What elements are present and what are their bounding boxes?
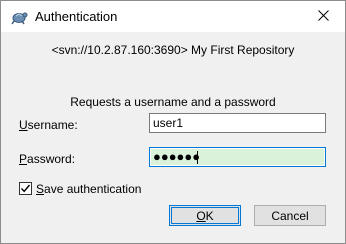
cancel-label: Cancel: [271, 208, 309, 223]
repository-url: <svn://10.2.87.160:3690> My First Reposi…: [51, 43, 295, 57]
ok-button[interactable]: OK: [169, 205, 241, 226]
password-masked-value: ●●●●●●: [153, 149, 201, 164]
save-label-accel: S: [36, 182, 45, 196]
cancel-button[interactable]: Cancel: [254, 205, 326, 226]
title-bar: Authentication: [1, 1, 345, 32]
close-button[interactable]: [301, 1, 345, 32]
tortoise-svn-icon: [10, 8, 28, 26]
save-label-rest: ave authentication: [44, 182, 142, 196]
checkmark-icon: [20, 184, 31, 193]
text-caret: [197, 151, 198, 164]
password-field[interactable]: ●●●●●●: [149, 147, 326, 167]
window-title: Authentication: [35, 9, 118, 24]
username-label-accel: U: [19, 118, 28, 132]
ok-label-rest: K: [205, 208, 214, 223]
username-value: user1: [153, 116, 184, 130]
ok-label-accel: O: [196, 208, 206, 223]
authentication-dialog: Authentication <svn://10.2.87.160:3690> …: [0, 0, 346, 244]
username-label: Username:: [19, 118, 78, 132]
password-label-rest: assword:: [27, 152, 76, 166]
username-field[interactable]: user1: [149, 113, 326, 133]
close-icon: [317, 9, 329, 24]
auth-prompt: Requests a username and a password: [70, 95, 276, 109]
ok-label: OK: [196, 209, 213, 223]
password-label-accel: P: [19, 152, 28, 166]
username-label-rest: sername:: [27, 118, 78, 132]
password-label: Password:: [19, 152, 75, 166]
save-authentication-checkbox[interactable]: [19, 182, 32, 195]
save-authentication-label[interactable]: Save authentication: [36, 182, 141, 196]
